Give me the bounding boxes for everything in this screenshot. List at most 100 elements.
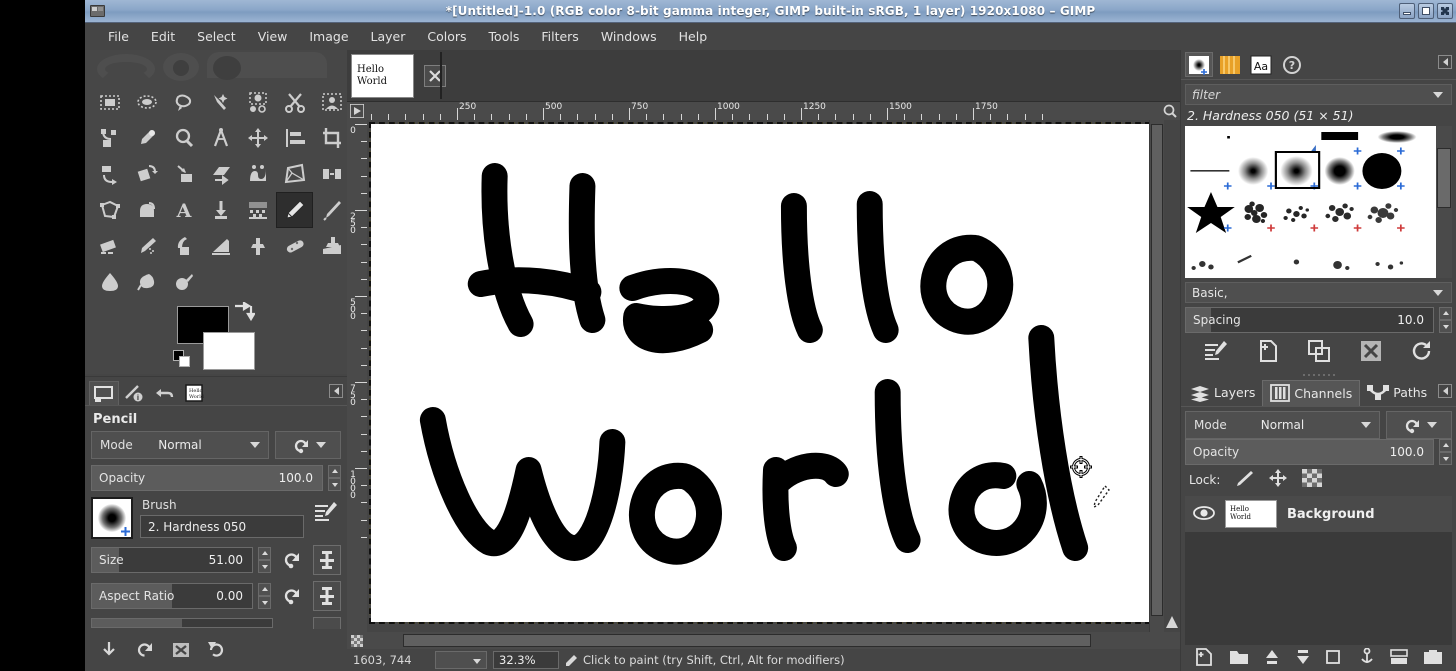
raise-layer-button[interactable] [1264, 648, 1280, 669]
menu-colors[interactable]: Colors [416, 25, 477, 48]
free-select-tool[interactable] [165, 84, 202, 120]
patterns-tab[interactable] [1216, 52, 1244, 77]
size-dynamics-link-button[interactable] [313, 545, 341, 575]
menu-image[interactable]: Image [298, 25, 359, 48]
vertical-scrollbar-thumb[interactable] [1151, 124, 1163, 616]
bucket-fill-tool[interactable] [128, 192, 165, 228]
blur-sharpen-tool[interactable] [91, 264, 128, 300]
duplicate-brush-button[interactable] [1308, 340, 1330, 365]
ellipse-select-tool[interactable] [128, 84, 165, 120]
dodge-burn-tool[interactable] [165, 264, 202, 300]
tab-paths[interactable]: Paths [1360, 380, 1434, 406]
edit-brush-button[interactable] [1204, 340, 1228, 365]
zoom-image-button[interactable] [1160, 102, 1180, 120]
rotate-tool[interactable] [91, 156, 128, 192]
device-status-tab[interactable]: i [119, 381, 149, 405]
warp-transform-tool[interactable] [239, 156, 276, 192]
unified-transform-tool[interactable] [128, 156, 165, 192]
clone-tool[interactable] [239, 228, 276, 264]
brush-tag-combo[interactable]: Basic, [1185, 282, 1452, 303]
ruler-origin-button[interactable] [347, 102, 367, 120]
reset-tool-options-icon[interactable] [207, 641, 227, 662]
brushes-tab-menu-icon[interactable] [1438, 55, 1452, 69]
brush-grid[interactable] [1185, 126, 1436, 278]
spacing-stepper[interactable] [1439, 307, 1452, 333]
shear-tool[interactable] [202, 156, 239, 192]
merge-down-button[interactable] [1390, 648, 1408, 669]
brush-filter-input[interactable]: filter [1185, 84, 1452, 105]
delete-brush-button[interactable] [1360, 340, 1382, 365]
brushes-tab[interactable] [1185, 52, 1213, 77]
paint-mode-combo[interactable]: Mode Normal [91, 431, 269, 459]
rect-select-tool[interactable] [91, 84, 128, 120]
quick-mask-button[interactable] [347, 632, 367, 649]
mypaint-brush-tool[interactable] [202, 228, 239, 264]
aspect-stepper[interactable] [258, 583, 271, 609]
flip-tool[interactable] [313, 156, 350, 192]
scissors-select-tool[interactable] [276, 84, 313, 120]
brush-preview[interactable] [91, 497, 133, 539]
select-by-color-tool[interactable] [239, 84, 276, 120]
alignment-tool[interactable] [276, 120, 313, 156]
layer-mode-reset-button[interactable] [1386, 411, 1452, 439]
menu-layer[interactable]: Layer [360, 25, 417, 48]
layer-opacity-stepper[interactable] [1439, 439, 1452, 465]
size-slider[interactable]: Size 51.00 [91, 547, 253, 573]
lock-position-icon[interactable] [1268, 469, 1288, 490]
pattern-fill-tool[interactable] [239, 192, 276, 228]
fonts-tab[interactable]: Aa [1247, 52, 1275, 77]
vertical-ruler[interactable]: 02505007501000 [347, 120, 367, 632]
lock-pixels-icon[interactable] [1234, 469, 1254, 490]
crop-tool[interactable] [313, 120, 350, 156]
heal-tool[interactable] [276, 228, 313, 264]
anchor-layer-button[interactable] [1359, 648, 1375, 669]
angle-dynamics-link-button[interactable] [313, 617, 341, 629]
text-tool[interactable]: A [165, 192, 202, 228]
handle-transform-tool[interactable] [165, 156, 202, 192]
paintbrush-tool[interactable] [313, 192, 350, 228]
image-thumbnail-tab[interactable]: Hello World [351, 54, 414, 98]
pencil-tool[interactable] [276, 192, 313, 228]
brush-grid-scrollbar-thumb[interactable] [1437, 148, 1451, 208]
paths-tool[interactable] [91, 120, 128, 156]
swap-colors-icon[interactable] [233, 302, 255, 322]
fuzzy-select-tool[interactable] [202, 84, 239, 120]
cage-transform-tool[interactable] [91, 192, 128, 228]
unit-combo[interactable] [435, 651, 487, 669]
horizontal-scrollbar-thumb[interactable] [403, 634, 1091, 647]
close-image-icon[interactable] [424, 65, 446, 87]
refresh-brushes-button[interactable] [1411, 340, 1433, 365]
layer-row-background[interactable]: Hello World Background [1185, 496, 1452, 532]
smudge-tool[interactable] [128, 264, 165, 300]
dock-drag-handle[interactable] [1181, 371, 1456, 379]
menu-edit[interactable]: Edit [140, 25, 186, 48]
images-tab[interactable]: HelloWorld [179, 381, 209, 405]
default-colors-icon[interactable] [173, 350, 193, 370]
vertical-scrollbar[interactable] [1149, 120, 1164, 632]
close-button[interactable] [1437, 3, 1453, 19]
minimize-button[interactable] [1399, 3, 1415, 19]
lock-alpha-icon[interactable] [1302, 469, 1322, 490]
restore-tool-options-icon[interactable] [135, 641, 155, 662]
edit-brush-icon[interactable] [311, 497, 341, 527]
horizontal-ruler[interactable]: 2505007501000125015001750 [367, 102, 1160, 120]
airbrush-tool[interactable] [128, 228, 165, 264]
layer-list[interactable]: Hello World Background [1185, 496, 1452, 645]
delete-tool-options-icon[interactable] [171, 641, 191, 662]
canvas-viewport[interactable] [367, 120, 1149, 632]
size-reset-icon[interactable] [277, 545, 307, 575]
size-stepper[interactable] [258, 547, 271, 573]
delete-layer-button[interactable] [1423, 648, 1443, 669]
horizontal-scrollbar[interactable] [367, 632, 1160, 649]
spacing-slider[interactable]: Spacing 10.0 [1185, 307, 1434, 333]
eraser-tool[interactable] [91, 228, 128, 264]
layer-visibility-icon[interactable] [1193, 505, 1215, 524]
brush-name-field[interactable]: 2. Hardness 050 [140, 515, 304, 538]
opacity-slider[interactable]: Opacity 100.0 [91, 465, 323, 491]
tab-channels[interactable]: Channels [1262, 380, 1360, 406]
aspect-reset-icon[interactable] [277, 581, 307, 611]
navigation-preview-button[interactable] [1164, 120, 1180, 632]
menu-tools[interactable]: Tools [478, 25, 531, 48]
background-color-swatch[interactable] [203, 332, 255, 370]
menu-view[interactable]: View [247, 25, 299, 48]
